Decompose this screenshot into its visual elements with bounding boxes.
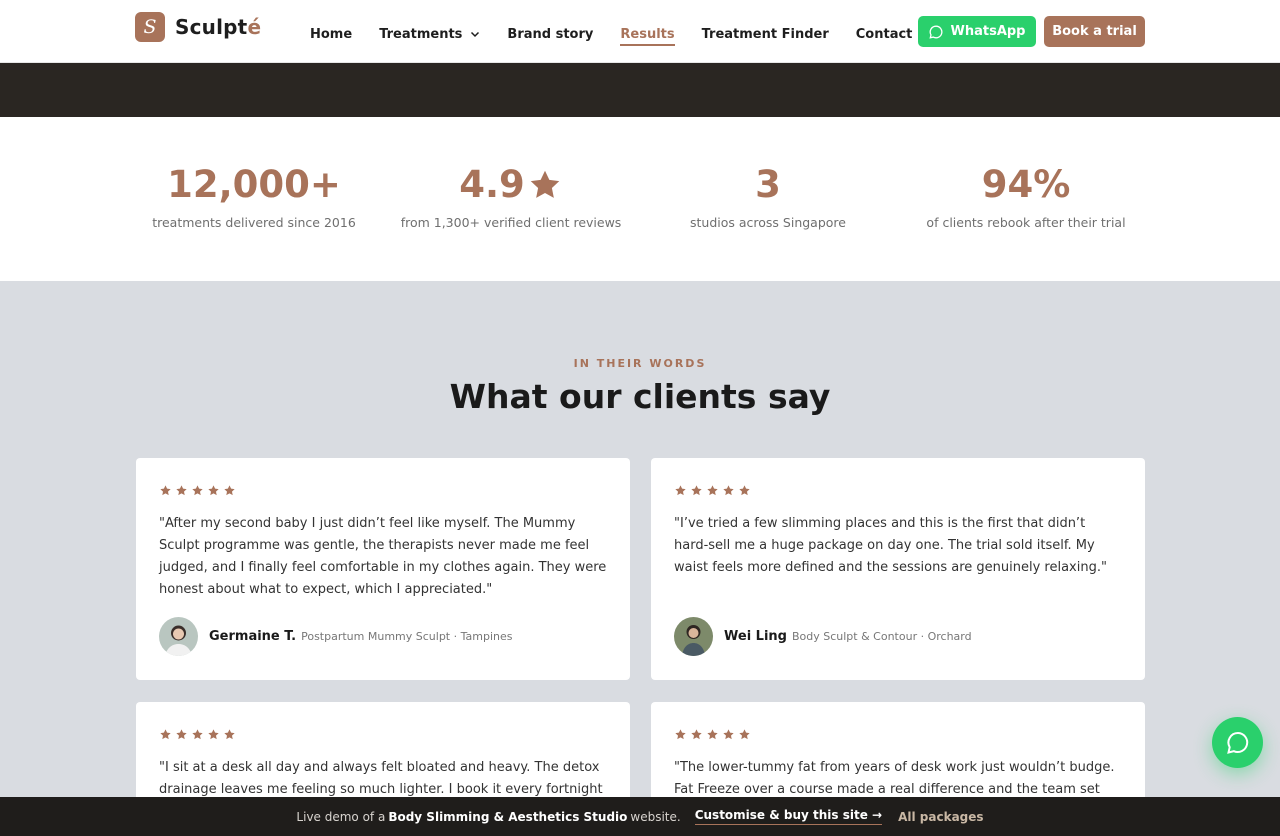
star-icon: [739, 485, 750, 496]
star-icon: [739, 729, 750, 740]
avatar-photo-icon: [159, 617, 198, 656]
avatar: [159, 617, 198, 656]
star-icon: [675, 729, 686, 740]
hero-dark-band: [0, 63, 1280, 117]
star-icon: [160, 729, 171, 740]
brand-name-main: Sculpt: [175, 15, 248, 39]
stat-rebook: 94% of clients rebook after their trial: [896, 163, 1156, 230]
stat-rating: 4.9 from 1,300+ verified client reviews: [381, 163, 641, 230]
star-rating: [674, 484, 1122, 498]
star-icon: [224, 729, 235, 740]
stat-value-text: 3: [755, 163, 781, 206]
testimonial-quote: "The lower-tummy fat from years of desk …: [674, 760, 1115, 797]
whatsapp-label: WhatsApp: [950, 24, 1026, 39]
nav-home[interactable]: Home: [310, 22, 352, 46]
author-name: Germaine T.: [209, 629, 297, 644]
section-eyebrow: IN THEIR WORDS: [573, 357, 707, 370]
star-icon: [707, 485, 718, 496]
customise-buy-link[interactable]: Customise & buy this site →: [694, 808, 883, 825]
stats-section: 12,000+ treatments delivered since 2016 …: [0, 117, 1280, 281]
testimonial-quote: "I sit at a desk all day and always felt…: [159, 760, 603, 797]
demo-site-type: Body Slimming & Aesthetics Studio: [388, 809, 628, 824]
stat-label: of clients rebook after their trial: [926, 215, 1126, 230]
avatar: [674, 617, 713, 656]
brand-logo[interactable]: S Sculpté: [135, 12, 261, 42]
nav-treatment-finder-label: Treatment Finder: [701, 26, 829, 42]
stat-value-text: 94%: [981, 163, 1071, 206]
star-icon: [707, 729, 718, 740]
all-packages-link[interactable]: All packages: [898, 810, 983, 824]
testimonial-author: Wei Ling Body Sculpt & Contour · Orchard: [674, 617, 972, 656]
star-rating: [159, 728, 607, 742]
chat-bubble-icon: [1226, 731, 1248, 754]
stat-value-text: 12,000+: [167, 163, 341, 206]
star-rating: [674, 728, 1122, 742]
book-trial-button[interactable]: Book a trial: [1044, 16, 1145, 47]
testimonials-section: IN THEIR WORDS What our clients say "Aft…: [0, 281, 1280, 836]
nav-results[interactable]: Results: [620, 22, 675, 46]
stat-value: 4.9: [381, 163, 641, 207]
stat-value: 12,000+: [124, 163, 384, 207]
testimonial-quote: "I’ve tried a few slimming places and th…: [674, 516, 1107, 575]
nav-home-label: Home: [310, 26, 353, 42]
demo-suffix: website.: [630, 809, 681, 824]
stat-studios: 3 studios across Singapore: [638, 163, 898, 230]
whatsapp-icon: [928, 25, 942, 39]
nav-treatment-finder[interactable]: Treatment Finder: [702, 22, 829, 46]
nav-brand-story[interactable]: Brand story: [507, 22, 593, 46]
star-rating: [159, 484, 607, 498]
nav-treatments-label: Treatments: [379, 26, 463, 42]
testimonial-card: "I’ve tried a few slimming places and th…: [651, 458, 1145, 680]
star-icon: [208, 729, 219, 740]
avatar-photo-icon: [674, 617, 713, 656]
author-name: Wei Ling: [724, 629, 787, 644]
star-icon: [723, 485, 734, 496]
demo-bar: Live demo of a Body Slimming & Aesthetic…: [0, 797, 1280, 836]
star-icon: [192, 729, 203, 740]
stat-value: 3: [638, 163, 898, 207]
nav-brand-story-label: Brand story: [507, 26, 594, 42]
star-icon: [176, 729, 187, 740]
stat-label: treatments delivered since 2016: [152, 215, 356, 230]
star-icon: [160, 485, 171, 496]
star-icon: [691, 729, 702, 740]
star-icon: [208, 485, 219, 496]
logo-mark: S: [135, 12, 165, 42]
author-meta: Body Sculpt & Contour · Orchard: [791, 630, 972, 643]
nav-results-label: Results: [620, 26, 675, 42]
main-nav: Home Treatments Brand story Results Trea…: [310, 22, 939, 46]
chat-button[interactable]: [1212, 717, 1263, 768]
stat-label: studios across Singapore: [690, 215, 846, 230]
testimonial-author: Germaine T. Postpartum Mummy Sculpt · Ta…: [159, 617, 512, 656]
site-header: S Sculpté Home Treatments Brand story Re…: [0, 0, 1280, 63]
stat-value: 94%: [896, 163, 1156, 207]
star-icon: [192, 485, 203, 496]
stat-label: from 1,300+ verified client reviews: [400, 215, 622, 230]
nav-contact[interactable]: Contact: [856, 22, 913, 46]
star-icon: [691, 485, 702, 496]
star-icon: [530, 170, 560, 198]
chevron-down-icon: [471, 31, 480, 38]
nav-contact-label: Contact: [855, 26, 913, 42]
stat-value-text: 4.9: [459, 163, 525, 206]
star-icon: [723, 729, 734, 740]
brand-name-accent: é: [247, 15, 262, 39]
star-icon: [675, 485, 686, 496]
book-trial-label: Book a trial: [1052, 24, 1137, 39]
star-icon: [176, 485, 187, 496]
testimonial-quote: "After my second baby I just didn’t feel…: [159, 516, 607, 597]
star-icon: [224, 485, 235, 496]
brand-name: Sculpté: [175, 15, 261, 39]
whatsapp-button[interactable]: WhatsApp: [918, 16, 1036, 47]
demo-prefix: Live demo of a: [296, 809, 386, 824]
nav-treatments[interactable]: Treatments: [379, 22, 480, 46]
stat-treatments: 12,000+ treatments delivered since 2016: [124, 163, 384, 230]
section-title: What our clients say: [449, 377, 831, 416]
testimonial-card: "After my second baby I just didn’t feel…: [136, 458, 630, 680]
author-meta: Postpartum Mummy Sculpt · Tampines: [301, 630, 513, 643]
